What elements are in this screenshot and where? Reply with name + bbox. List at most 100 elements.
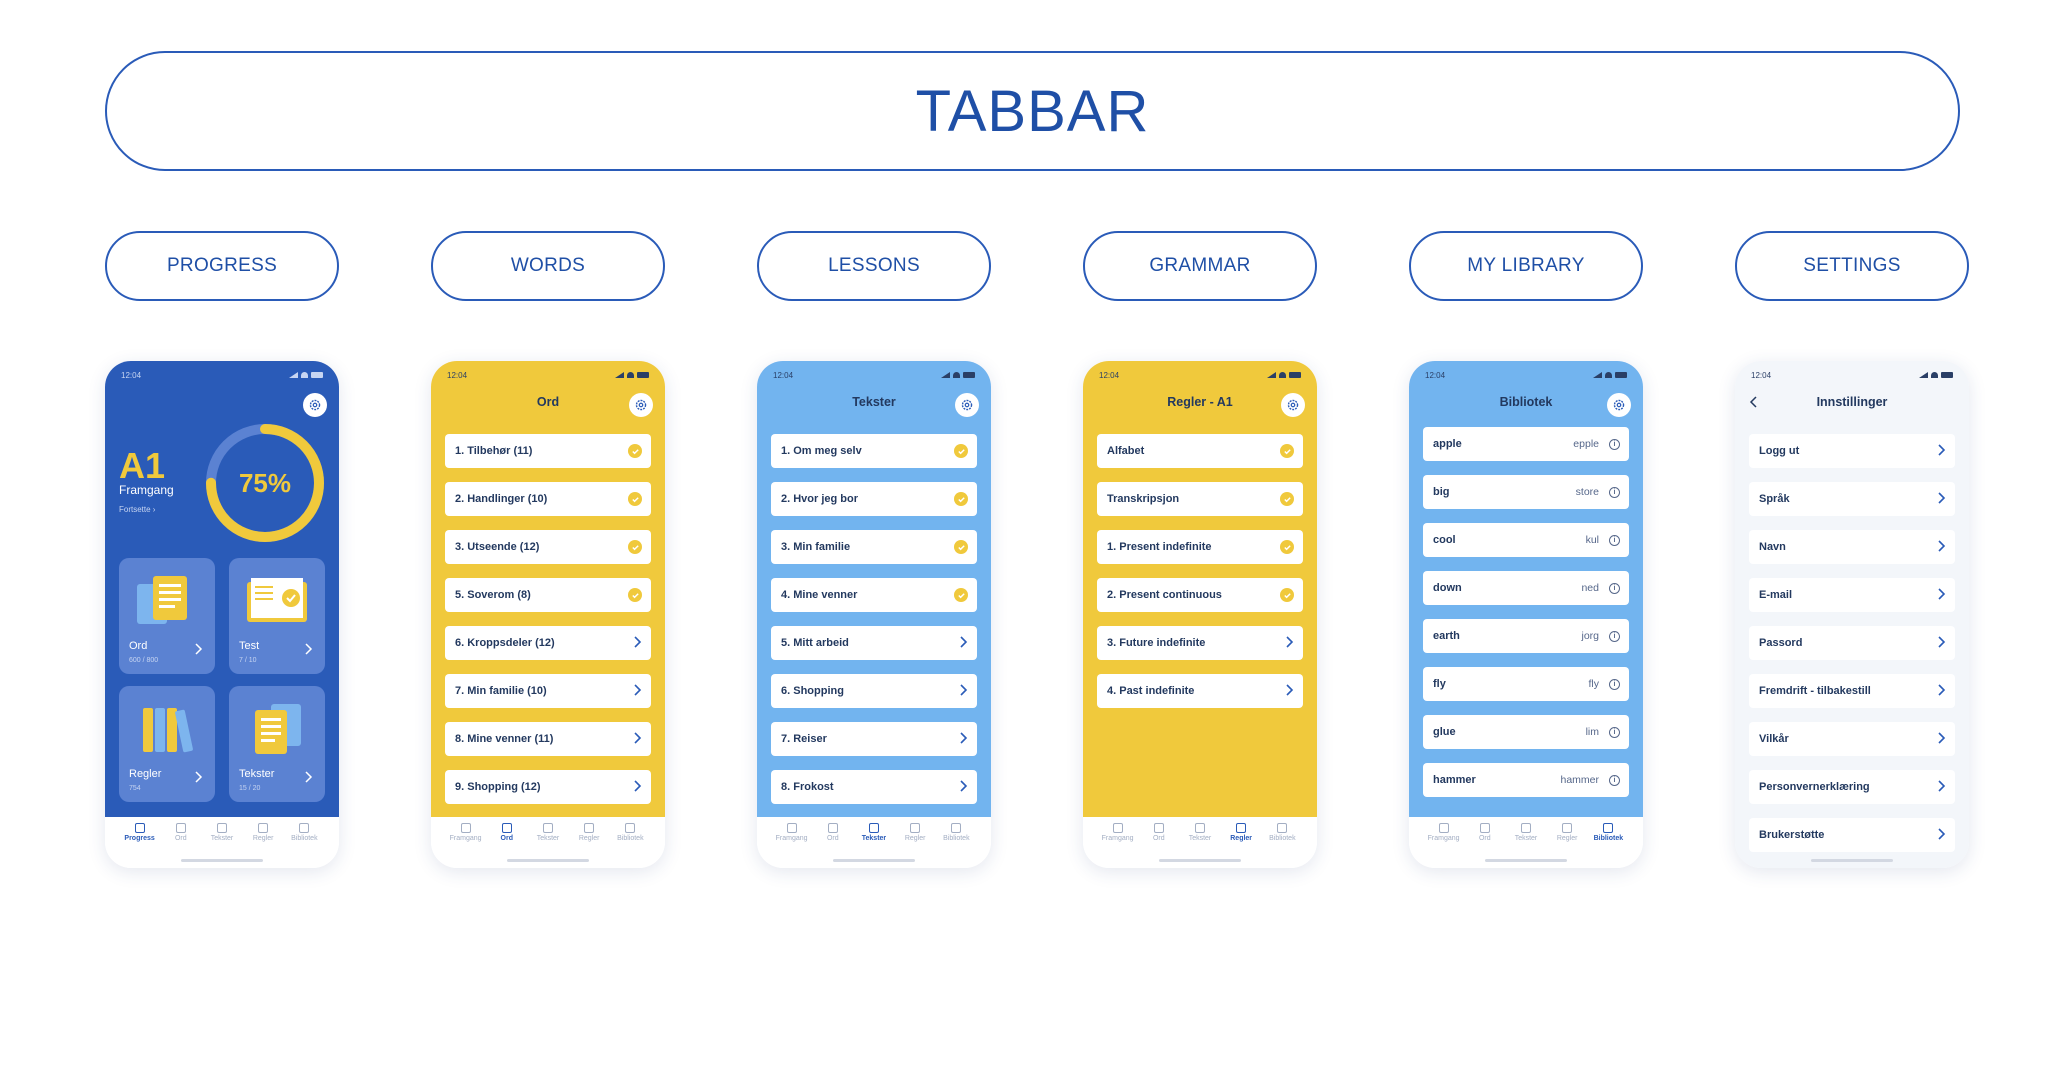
settings-gear-button[interactable] — [1607, 393, 1631, 417]
tab-label: Ord — [826, 835, 839, 842]
list-item[interactable]: 2. Present continuous — [1097, 578, 1303, 612]
tab-library[interactable]: Bibliotek — [1264, 823, 1300, 868]
list-item[interactable]: 9. Shopping (12) — [445, 770, 651, 804]
settings-item[interactable]: Språk — [1749, 482, 1955, 516]
info-icon[interactable]: i — [1609, 582, 1620, 594]
settings-item-label: E-mail — [1759, 589, 1793, 601]
list-item[interactable]: 5. Soverom (8) — [445, 578, 651, 612]
tab-label: Framgang — [449, 835, 482, 842]
card-test[interactable]: Test 7 / 10 — [229, 558, 325, 674]
settings-gear-button[interactable] — [1281, 393, 1305, 417]
tab-progress[interactable]: Framgang — [1426, 823, 1462, 868]
list-item[interactable]: 2. Hvor jeg bor — [771, 482, 977, 516]
document-icon — [910, 823, 921, 833]
list-item[interactable]: 3. Future indefinite — [1097, 626, 1303, 660]
settings-item[interactable]: Brukerstøtte — [1749, 818, 1955, 852]
card-texts[interactable]: Tekster 15 / 20 — [229, 686, 325, 802]
wifi-icon — [1279, 372, 1286, 378]
info-icon[interactable]: i — [1609, 678, 1620, 690]
info-icon[interactable]: i — [1609, 438, 1620, 450]
list-item[interactable]: 6. Kroppsdeler (12) — [445, 626, 651, 660]
section-pill-my-library: MY LIBRARY — [1409, 231, 1643, 301]
tab-progress[interactable]: Framgang — [1100, 823, 1136, 868]
settings-item[interactable]: Personvernerklæring — [1749, 770, 1955, 804]
library-word-item[interactable]: fly fly i — [1423, 667, 1629, 701]
list-item[interactable]: 3. Min familie — [771, 530, 977, 564]
list-item[interactable]: Alfabet — [1097, 434, 1303, 468]
settings-item[interactable]: Vilkår — [1749, 722, 1955, 756]
settings-item[interactable]: E-mail — [1749, 578, 1955, 612]
card-words[interactable]: Ord 600 / 800 — [119, 558, 215, 674]
library-word-item[interactable]: apple epple i — [1423, 427, 1629, 461]
list-item[interactable]: 2. Handlinger (10) — [445, 482, 651, 516]
check-icon — [954, 540, 968, 554]
info-icon[interactable]: i — [1609, 774, 1620, 786]
info-icon[interactable]: i — [1609, 726, 1620, 738]
library-word-item[interactable]: glue lim i — [1423, 715, 1629, 749]
card-rules[interactable]: Regler 754 — [119, 686, 215, 802]
wifi-icon — [1931, 372, 1938, 378]
tab-progress[interactable]: Framgang — [448, 823, 484, 868]
list-item[interactable]: 1. Present indefinite — [1097, 530, 1303, 564]
list-item[interactable]: 7. Reiser — [771, 722, 977, 756]
status-time: 12:04 — [1425, 370, 1446, 380]
library-word-item[interactable]: big store i — [1423, 475, 1629, 509]
tab-library[interactable]: Bibliotek — [1590, 823, 1626, 868]
library-word-item[interactable]: cool kul i — [1423, 523, 1629, 557]
continue-link[interactable]: Fortsette › — [119, 505, 155, 514]
list-item[interactable]: 4. Past indefinite — [1097, 674, 1303, 708]
tab-library[interactable]: Bibliotek — [938, 823, 974, 868]
document-icon — [584, 823, 595, 833]
list-item[interactable]: 4. Mine venner — [771, 578, 977, 612]
settings-item[interactable]: Passord — [1749, 626, 1955, 660]
signal-icon — [1919, 372, 1928, 378]
word-translation: hammer — [1560, 774, 1599, 786]
settings-gear-button[interactable] — [955, 393, 979, 417]
home-indicator — [1485, 859, 1567, 862]
tab-library[interactable]: Bibliotek — [612, 823, 648, 868]
tab-progress[interactable]: Progress — [122, 823, 158, 868]
settings-gear-button[interactable] — [629, 393, 653, 417]
settings-item[interactable]: Fremdrift - tilbakestill — [1749, 674, 1955, 708]
wifi-icon — [953, 372, 960, 378]
list-item[interactable]: 8. Frokost — [771, 770, 977, 804]
list-item-label: 7. Reiser — [781, 733, 827, 745]
signal-icon — [1267, 372, 1276, 378]
chevron-right-icon — [1284, 635, 1294, 651]
gear-icon — [635, 399, 647, 411]
library-word-item[interactable]: earth jorg i — [1423, 619, 1629, 653]
list-item[interactable]: Transkripsjon — [1097, 482, 1303, 516]
list-item[interactable]: 7. Min familie (10) — [445, 674, 651, 708]
bookmark-icon — [625, 823, 636, 833]
settings-gear-button[interactable] — [303, 393, 327, 417]
library-word-item[interactable]: down ned i — [1423, 571, 1629, 605]
grid-icon — [460, 823, 471, 833]
card-count: 7 / 10 — [239, 657, 257, 664]
status-bar: 12:04 — [1425, 369, 1627, 381]
list-item[interactable]: 3. Utseende (12) — [445, 530, 651, 564]
phone-grammar: 12:04 Regler - A1 Alfabet Transkripsjon 1.… — [1083, 361, 1317, 868]
chevron-right-icon — [1936, 683, 1946, 699]
tab-library[interactable]: Bibliotek — [286, 823, 322, 868]
battery-icon — [311, 372, 323, 378]
list-item[interactable]: 6. Shopping — [771, 674, 977, 708]
signal-icon — [289, 372, 298, 378]
library-word-item[interactable]: hammer hammer i — [1423, 763, 1629, 797]
list-item[interactable]: 1. Tilbehør (11) — [445, 434, 651, 468]
chevron-right-icon — [304, 642, 313, 660]
info-icon[interactable]: i — [1609, 630, 1620, 642]
chevron-right-icon — [958, 635, 968, 651]
tab-progress[interactable]: Framgang — [774, 823, 810, 868]
info-icon[interactable]: i — [1609, 486, 1620, 498]
check-icon — [1280, 588, 1294, 602]
info-icon[interactable]: i — [1609, 534, 1620, 546]
list-item[interactable]: 8. Mine venner (11) — [445, 722, 651, 756]
list-item[interactable]: 1. Om meg selv — [771, 434, 977, 468]
tab-label: Regler — [578, 835, 600, 842]
list-item[interactable]: 5. Mitt arbeid — [771, 626, 977, 660]
settings-item[interactable]: Logg ut — [1749, 434, 1955, 468]
status-bar: 12:04 — [1099, 369, 1301, 381]
tab-label: Ord — [500, 835, 513, 842]
settings-item[interactable]: Navn — [1749, 530, 1955, 564]
tab-label: Bibliotek — [943, 835, 970, 842]
